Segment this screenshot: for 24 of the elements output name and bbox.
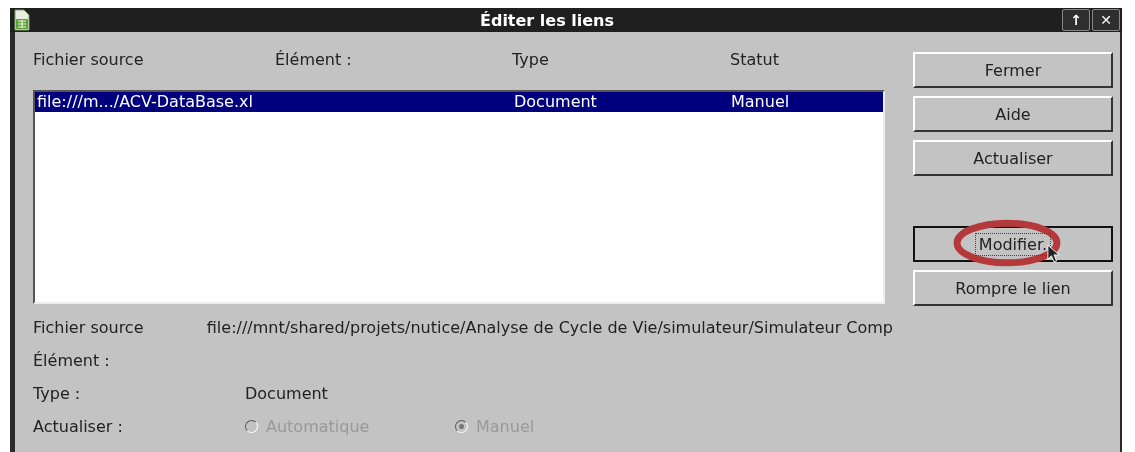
field-value: file:///mnt/shared/projets/nutice/Analyse de Cycle de Vie/simulateur/Simulateur Comp — [206, 318, 893, 337]
title-bar-button[interactable]: ✕ — [1092, 9, 1120, 31]
column-header[interactable]: Élément : — [275, 50, 352, 69]
column-header[interactable]: Statut — [730, 50, 779, 69]
links-list[interactable]: file:///m.../ACV-DataBase.xl Document Manuel — [33, 90, 885, 304]
list-cell: Manuel — [731, 92, 790, 112]
list-cell: Document — [514, 92, 597, 112]
list-row[interactable]: file:///m.../ACV-DataBase.xl Document Manuel — [35, 92, 883, 112]
dialog-button[interactable]: Actualiser — [913, 140, 1113, 176]
field-value: Document — [245, 384, 328, 403]
field-label: Type : — [33, 384, 82, 403]
mouse-pointer-icon — [1047, 244, 1061, 264]
field-label: Élément : — [33, 351, 111, 370]
column-header[interactable]: Fichier source — [33, 50, 144, 69]
dialog-button[interactable]: Aide — [913, 96, 1113, 132]
dialog-button[interactable]: Rompre le lien — [913, 270, 1113, 306]
title-bar-button[interactable]: ↑ — [1062, 9, 1090, 31]
list-cell: file:///m.../ACV-DataBase.xl — [37, 92, 253, 112]
dialog-button[interactable]: Fermer — [913, 52, 1113, 88]
field-label: Fichier source — [33, 318, 145, 337]
spreadsheet-icon — [12, 9, 32, 31]
window-title: Éditer les liens — [480, 10, 614, 30]
field-label: Actualiser : — [33, 417, 124, 436]
column-header[interactable]: Type — [512, 50, 549, 69]
